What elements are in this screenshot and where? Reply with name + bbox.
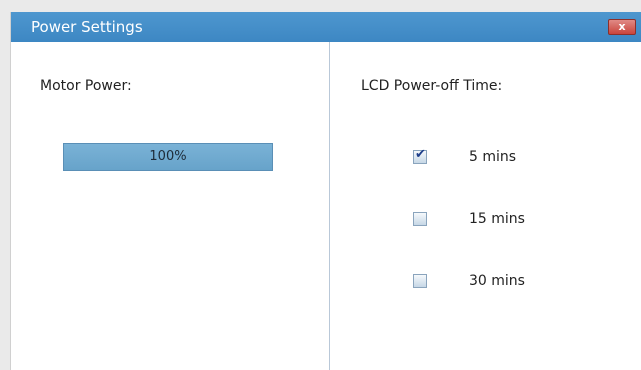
option-label[interactable]: 15 mins xyxy=(469,210,525,228)
option-label[interactable]: 5 mins xyxy=(469,148,516,166)
motor-power-bar: 100% xyxy=(63,143,273,171)
motor-power-label: Motor Power: xyxy=(40,78,132,94)
power-settings-window: Power Settings x Motor Power: 100% LCD P… xyxy=(11,12,641,370)
option-label[interactable]: 30 mins xyxy=(469,272,525,290)
checkbox-30-mins[interactable] xyxy=(413,274,427,288)
checkmark-icon: ✔ xyxy=(415,147,426,162)
close-icon: x xyxy=(618,20,626,33)
close-button[interactable]: x xyxy=(608,19,636,35)
lcd-poweroff-label: LCD Power-off Time: xyxy=(361,78,503,94)
checkbox-5-mins[interactable]: ✔ xyxy=(413,147,427,164)
title-bar[interactable]: Power Settings x xyxy=(11,12,641,42)
window-title: Power Settings xyxy=(31,18,143,36)
checkbox-15-mins[interactable] xyxy=(413,212,427,226)
motor-power-value: 100% xyxy=(149,149,187,164)
panel-divider xyxy=(329,42,330,370)
